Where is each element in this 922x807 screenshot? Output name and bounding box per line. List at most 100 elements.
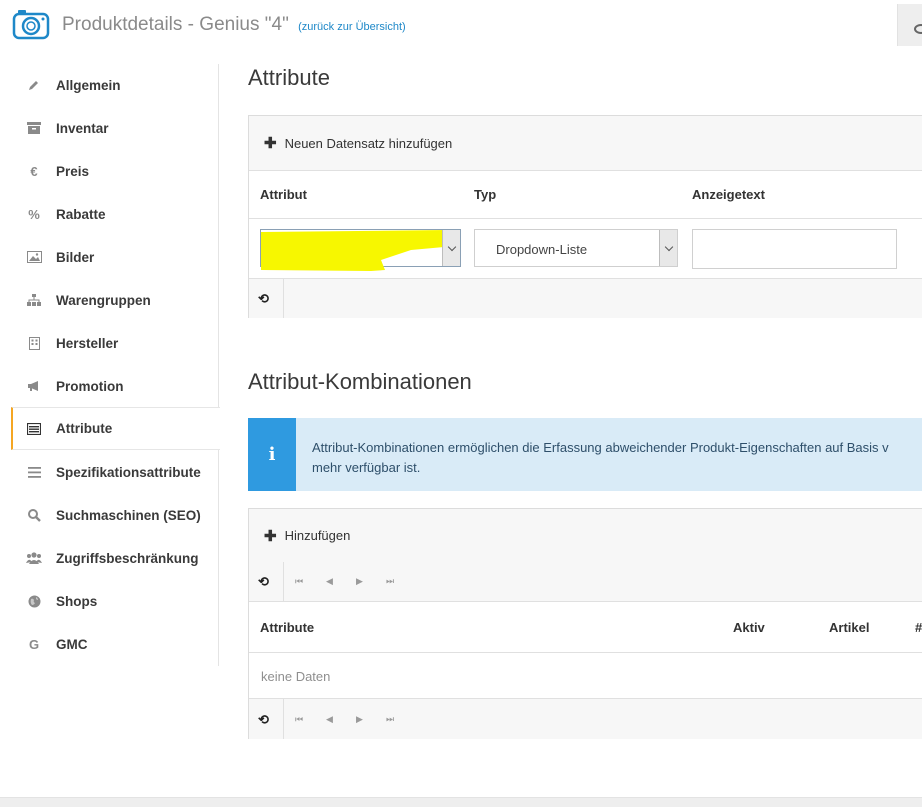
page-title: Produktdetails - Genius "4" (zurück zur … (62, 14, 406, 36)
bullhorn-icon (26, 380, 42, 392)
column-header-artikel[interactable]: Artikel (829, 620, 869, 635)
last-page-icon[interactable]: ⏭ (386, 576, 394, 587)
sidebar-item-allgemein[interactable]: Allgemein (12, 64, 217, 106)
sidebar-item-zugriffsbeschraenkung[interactable]: Zugriffsbeschränkung (12, 537, 217, 579)
refresh-icon: ⟲ (258, 291, 269, 306)
attribut-select[interactable] (260, 229, 461, 271)
google-icon: G (28, 636, 40, 652)
add-combination-button[interactable]: ✚ Hinzufügen (249, 527, 350, 545)
attributes-edit-row: Dropdown-Liste (249, 219, 922, 278)
info-icon: i (248, 418, 296, 491)
anzeigetext-input[interactable] (692, 229, 897, 269)
sidebar-item-label: Inventar (56, 120, 109, 136)
sidebar-item-inventar[interactable]: Inventar (12, 107, 217, 149)
add-record-label: Neuen Datensatz hinzufügen (284, 135, 453, 151)
sidebar-item-shops[interactable]: Shops (12, 580, 217, 622)
combinations-heading: Attribut-Kombinationen (248, 369, 472, 394)
sidebar-item-promotion[interactable]: Promotion (12, 365, 217, 407)
attributes-toolbar: ✚ Neuen Datensatz hinzufügen (249, 116, 922, 171)
preview-button[interactable] (897, 4, 922, 46)
building-icon (26, 336, 42, 350)
combinations-column-header: Attribute Aktiv Artikel # (249, 602, 922, 653)
sidebar-item-rabatte[interactable]: % Rabatte (12, 193, 217, 235)
archive-icon (26, 122, 42, 134)
sidebar-item-label: Spezifikationsattribute (56, 464, 201, 480)
first-page-icon[interactable]: ⏮ (295, 576, 303, 587)
list-alt-icon (26, 422, 42, 435)
sidebar-item-label: Suchmaschinen (SEO) (56, 507, 201, 523)
sidebar-item-preis[interactable]: € Preis (12, 150, 217, 192)
refresh-button[interactable]: ⟲ (249, 562, 284, 601)
chevron-down-icon (447, 242, 456, 251)
refresh-button[interactable]: ⟲ (249, 699, 284, 739)
sidebar-item-label: Preis (56, 163, 90, 179)
sidebar-item-bilder[interactable]: Bilder (12, 236, 217, 278)
column-header-hash[interactable]: # (915, 620, 922, 635)
next-page-icon[interactable]: ▶ (356, 576, 363, 587)
sidebar-item-gmc[interactable]: G GMC (12, 623, 217, 665)
euro-icon: € (30, 163, 38, 179)
attributes-column-header: Attribut Typ Anzeigetext (249, 170, 922, 219)
column-header-anzeigetext[interactable]: Anzeigetext (692, 187, 765, 202)
sidebar-item-label: Allgemein (56, 77, 121, 93)
typ-select-value: Dropdown-Liste (496, 242, 588, 257)
sidebar-item-label: Zugriffsbeschränkung (56, 550, 199, 566)
info-text-line2: mehr verfügbar ist. (312, 460, 421, 475)
sidebar-nav: Allgemein Inventar € Preis % Rabatte Bil… (0, 64, 220, 666)
prev-page-icon[interactable]: ◀ (326, 714, 333, 725)
add-combination-label: Hinzufügen (284, 528, 351, 543)
refresh-icon: ⟲ (258, 574, 269, 589)
prev-page-icon[interactable]: ◀ (326, 576, 333, 587)
image-icon (26, 251, 42, 263)
refresh-icon: ⟲ (258, 712, 269, 727)
sidebar-item-label: Shops (56, 593, 98, 609)
column-header-aktiv[interactable]: Aktiv (733, 620, 765, 635)
column-header-attribut[interactable]: Attribut (260, 187, 307, 202)
sidebar-item-warengruppen[interactable]: Warengruppen (12, 279, 217, 321)
back-to-overview-link[interactable]: (zurück zur Übersicht) (298, 21, 406, 33)
last-page-icon[interactable]: ⏭ (386, 714, 394, 725)
sidebar-item-hersteller[interactable]: Hersteller (12, 322, 217, 364)
sidebar-item-label: GMC (56, 636, 88, 652)
combinations-grid: ✚ Hinzufügen ⟲ ⏮ ◀ ▶ ⏭ Attribute Aktiv A… (248, 508, 922, 739)
sidebar-item-label: Attribute (56, 421, 113, 436)
attribut-select-toggle[interactable] (442, 230, 460, 266)
redaction-highlight (261, 230, 446, 271)
sidebar-item-spezifikationsattribute[interactable]: Spezifikationsattribute (12, 451, 217, 493)
search-icon (26, 508, 42, 522)
info-text: Attribut-Kombinationen ermöglichen die E… (312, 438, 922, 478)
sidebar-item-label: Hersteller (56, 335, 119, 351)
info-alert: i Attribut-Kombinationen ermöglichen die… (248, 418, 922, 491)
combinations-empty-row: keine Daten (249, 653, 922, 698)
eye-icon (914, 24, 922, 34)
page-header: Produktdetails - Genius "4" (zurück zur … (0, 0, 922, 52)
sidebar-item-label: Bilder (56, 249, 95, 265)
typ-select[interactable]: Dropdown-Liste (474, 229, 678, 267)
chevron-down-icon (664, 242, 673, 251)
column-header-typ[interactable]: Typ (474, 187, 496, 202)
info-text-line1: Attribut-Kombinationen ermöglichen die E… (312, 440, 889, 455)
empty-text: keine Daten (261, 669, 331, 684)
percent-icon: % (28, 206, 40, 222)
first-page-icon[interactable]: ⏮ (295, 714, 303, 725)
add-record-button[interactable]: ✚ Neuen Datensatz hinzufügen (249, 134, 452, 152)
sidebar-item-label: Warengruppen (56, 292, 151, 308)
plus-icon: ✚ (264, 527, 277, 545)
attributes-heading: Attribute (248, 65, 330, 90)
sidebar-item-seo[interactable]: Suchmaschinen (SEO) (12, 494, 217, 536)
page-title-text: Produktdetails - Genius "4" (62, 14, 289, 35)
sidebar-item-label: Promotion (56, 378, 124, 394)
attributes-pager: ⟲ (249, 278, 922, 318)
combinations-toolbar: ✚ Hinzufügen (249, 509, 922, 563)
camera-icon (12, 8, 50, 45)
typ-select-toggle[interactable] (659, 230, 677, 266)
plus-icon: ✚ (264, 135, 277, 152)
sidebar-item-attribute[interactable]: Attribute (11, 407, 220, 450)
pencil-icon (26, 79, 42, 91)
sidebar-item-label: Rabatte (56, 206, 106, 222)
combinations-bottom-pager: ⟲ ⏮ ◀ ▶ ⏭ (249, 698, 922, 739)
next-page-icon[interactable]: ▶ (356, 714, 363, 725)
column-header-attribute[interactable]: Attribute (260, 620, 314, 635)
refresh-button[interactable]: ⟲ (249, 279, 284, 318)
sitemap-icon (26, 294, 42, 306)
